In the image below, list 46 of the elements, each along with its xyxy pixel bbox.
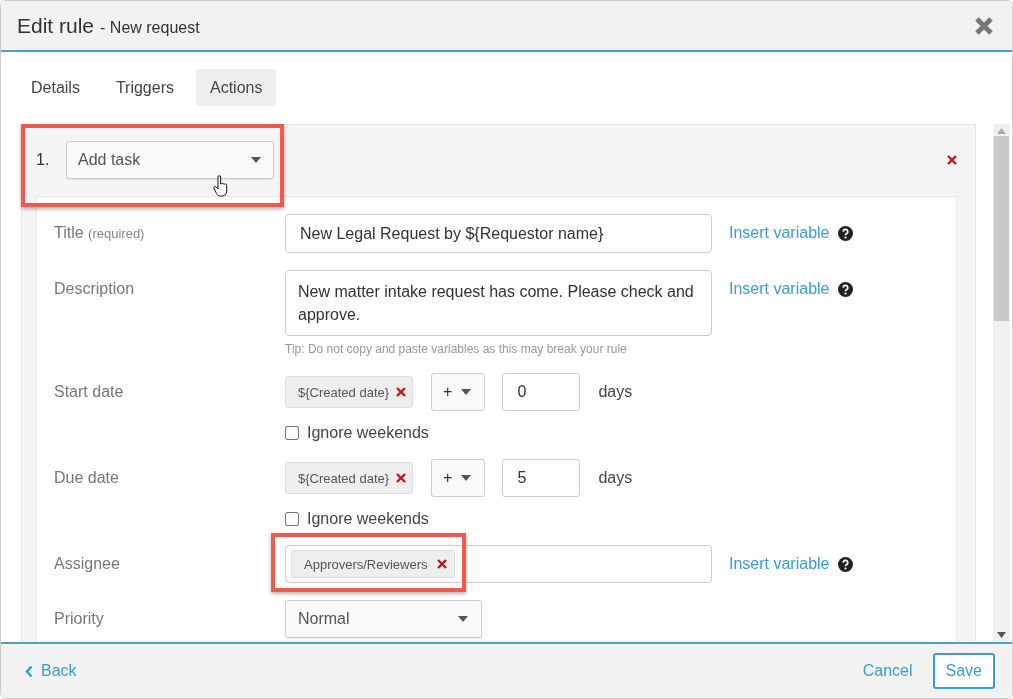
description-textarea[interactable]: New matter intake request has come. Please check and approve. [285, 270, 712, 336]
field-label: Due date [54, 468, 120, 487]
tip-text: Tip: Do not copy and paste variables as this may break your rule [285, 342, 628, 356]
tab[interactable]: Actions [196, 69, 277, 106]
dialog-title: Edit rule [17, 13, 95, 38]
operator-dropdown[interactable]: + [431, 459, 486, 497]
field-label: Description [54, 279, 136, 298]
action-number: 1. [36, 151, 51, 169]
dialog-subtitle: - New request [100, 17, 201, 37]
priority-dropdown[interactable]: Normal [285, 600, 482, 638]
remove-icon[interactable] [947, 155, 957, 165]
assignee-tag: Approvers/Reviewers [291, 550, 455, 578]
remove-icon[interactable] [396, 387, 407, 397]
field-label: Title (required) [54, 223, 146, 242]
field-label: Priority [54, 609, 105, 628]
chevron-left-icon [25, 664, 33, 678]
variable-chip: ${Created date} [285, 376, 414, 408]
unit-label: days [598, 469, 633, 487]
offset-input[interactable]: 5 [502, 459, 581, 497]
variable-chip: ${Created date} [285, 462, 414, 494]
help-icon[interactable] [837, 556, 853, 572]
caret-icon [461, 475, 472, 481]
scrollbar[interactable] [993, 124, 1010, 642]
help-icon[interactable] [837, 225, 853, 241]
action-type-dropdown[interactable]: Add task [66, 141, 274, 179]
help-icon[interactable] [837, 281, 853, 297]
close-icon[interactable] [974, 15, 994, 36]
scroll-down-arrow-icon[interactable] [997, 632, 1006, 638]
tab[interactable]: Triggers [101, 69, 188, 106]
remove-icon[interactable] [436, 559, 447, 569]
unit-label: days [598, 383, 633, 401]
field-label: Assignee [54, 554, 121, 573]
offset-input[interactable]: 0 [502, 373, 581, 411]
field-label: Start date [54, 382, 125, 401]
checkbox[interactable] [285, 512, 299, 526]
operator-dropdown[interactable]: + [431, 373, 486, 411]
checkbox-label: Ignore weekends [307, 510, 429, 528]
caret-icon [461, 389, 472, 395]
title-input[interactable]: New Legal Request by ${Requestor name} [285, 214, 712, 253]
remove-icon[interactable] [396, 473, 407, 483]
caret-icon [251, 157, 261, 163]
tab[interactable]: Details [17, 69, 94, 106]
checkbox[interactable] [285, 426, 299, 440]
assignee-field[interactable]: Approvers/Reviewers [285, 545, 712, 583]
checkbox-label: Ignore weekends [307, 424, 429, 442]
caret-icon [458, 616, 468, 622]
